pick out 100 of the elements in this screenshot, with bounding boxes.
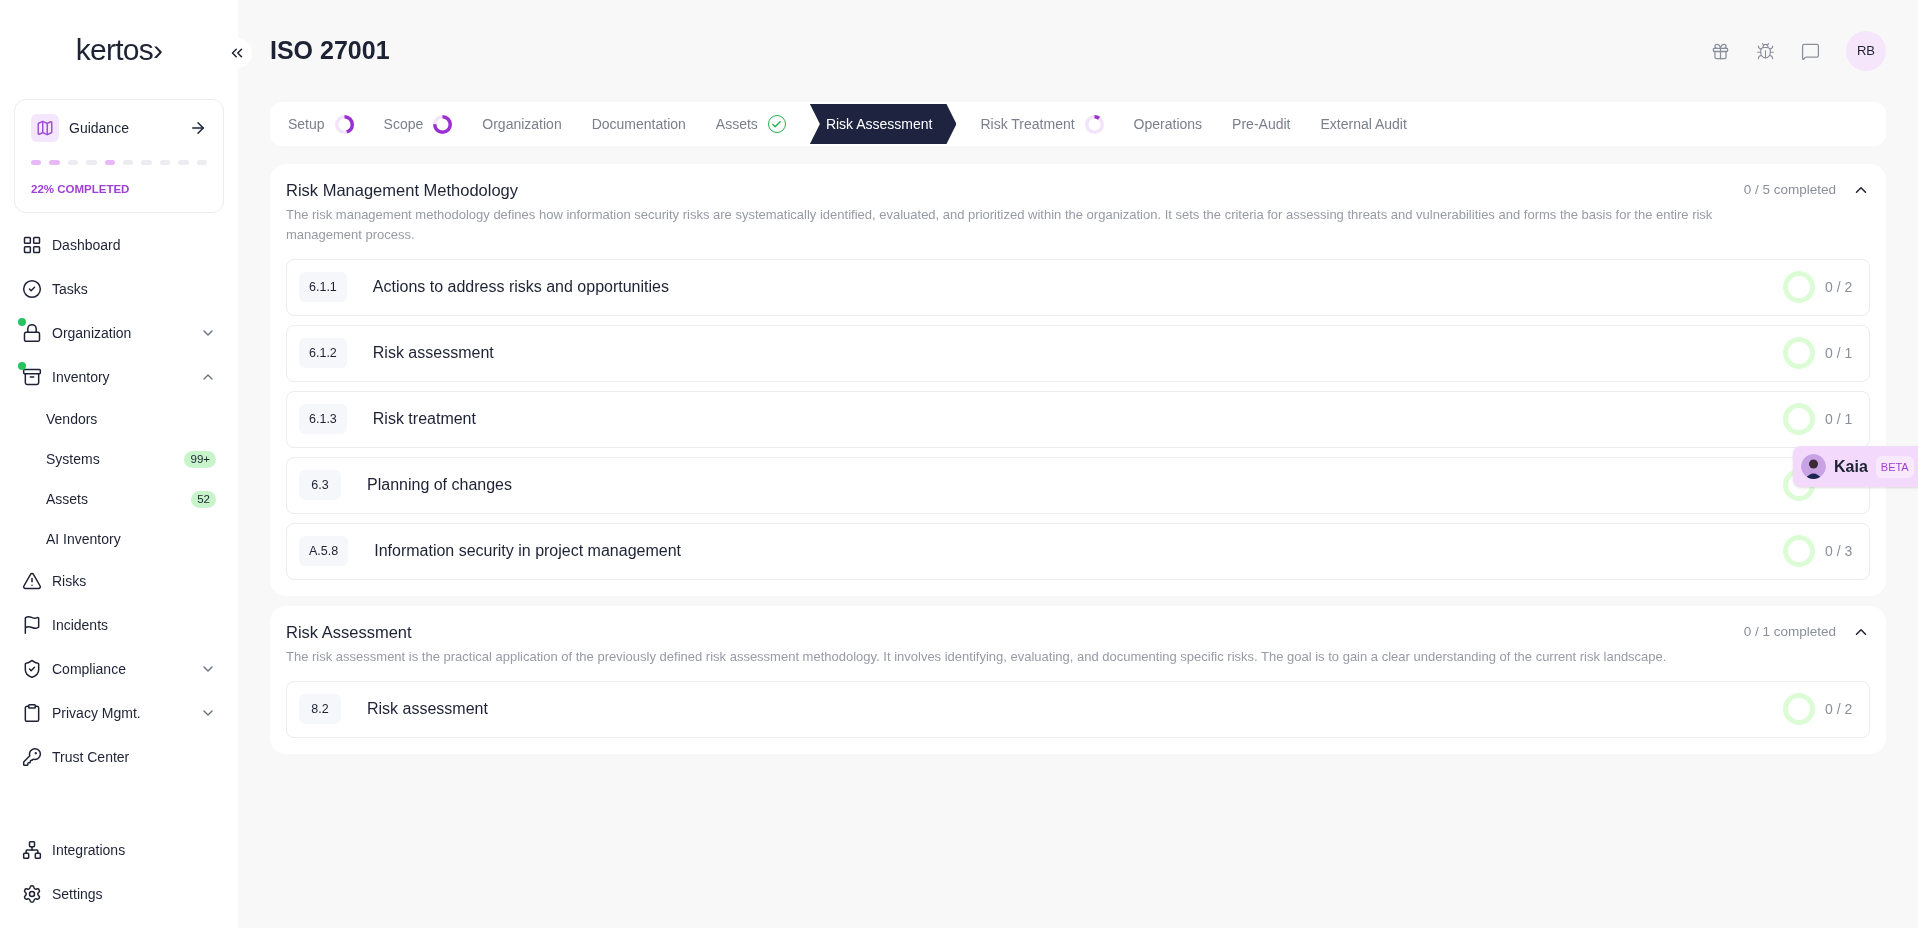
user-avatar[interactable]: RB [1846, 31, 1886, 71]
clause-code: 6.3 [299, 470, 341, 501]
clause-code: 6.1.3 [299, 404, 347, 435]
nav-item[interactable]: Organization [14, 311, 224, 356]
progress-ring-icon [334, 114, 354, 134]
nav-item[interactable]: Inventory [14, 355, 224, 400]
step-tab[interactable]: Assets [709, 104, 792, 144]
nav-label: Trust Center [52, 747, 131, 767]
nav-item[interactable]: Dashboard [14, 223, 224, 268]
nav-label: Inventory [52, 367, 111, 387]
requirement-title: Planning of changes [367, 475, 513, 496]
nav-item[interactable]: Tasks [14, 267, 224, 312]
progress-ring-icon [1783, 337, 1815, 370]
requirement-count: 0 / 2 [1825, 699, 1854, 719]
section-description: The risk management methodology defines how information security risks are systematically identified, evaluated, and prioritized within the organization. It sets the criteria for assessing threats and vulnerabilities and forms the basis for the entire risk management process. [286, 205, 1714, 244]
nav-label: Systems [46, 449, 101, 469]
map-icon [31, 114, 59, 142]
requirement-title: Information security in project management [374, 541, 682, 562]
requirement-row[interactable]: 6.1.2 Risk assessment 0 / 1 [286, 324, 1870, 382]
progress-ring-icon [433, 114, 453, 134]
progress-ring-icon [1783, 271, 1815, 304]
section-status: 0 / 5 completed [1743, 181, 1836, 200]
step-tab[interactable]: Documentation [585, 104, 692, 144]
warning-icon [22, 571, 42, 592]
settings-icon [22, 884, 42, 904]
section-title: Risk Assessment [286, 621, 413, 643]
progress-ring-icon [1783, 693, 1815, 725]
nav-subitem[interactable]: Assets 52 [14, 479, 224, 520]
page-title: ISO 27001 [270, 35, 391, 67]
nav-item[interactable]: Trust Center [14, 735, 224, 780]
section-status: 0 / 1 completed [1743, 623, 1836, 641]
clause-code: 8.2 [299, 694, 341, 724]
step-tab[interactable]: Pre-Audit [1226, 104, 1297, 144]
grid-icon [22, 235, 42, 256]
clipboard-icon [22, 703, 42, 724]
clause-code: 6.1.2 [299, 338, 347, 369]
step-tab[interactable]: Risk Assessment [809, 104, 957, 144]
step-tab[interactable]: Operations [1127, 104, 1209, 144]
nav-label: Assets [46, 489, 89, 509]
step-tab[interactable]: Setup [282, 104, 360, 144]
nav-label: AI Inventory [46, 529, 122, 549]
progress-ring-icon [1783, 535, 1815, 568]
section-title: Risk Management Methodology [286, 180, 520, 201]
requirement-row[interactable]: 8.2 Risk assessment 0 / 2 [286, 680, 1870, 738]
gift-icon[interactable] [1711, 41, 1730, 61]
progress-ring-icon [1783, 403, 1815, 436]
guidance-title: Guidance [69, 118, 130, 138]
count-badge: 52 [191, 490, 216, 508]
nav-subitem[interactable]: Vendors [14, 399, 224, 440]
nav-label: Dashboard [52, 235, 122, 255]
count-badge: 99+ [184, 450, 216, 468]
chat-icon[interactable] [1801, 41, 1820, 61]
requirement-title: Risk treatment [372, 409, 477, 430]
beta-badge: BETA [1875, 455, 1914, 478]
logo: kertos› [75, 32, 163, 68]
nav-label: Risks [52, 571, 88, 591]
nav-label: Organization [52, 323, 133, 343]
requirement-count: 0 / 1 [1825, 409, 1854, 429]
nav-subitem[interactable]: AI Inventory [14, 519, 224, 560]
step-tab[interactable]: Organization [476, 104, 568, 144]
step-tab[interactable]: Scope [377, 104, 459, 144]
requirement-title: Actions to address risks and opportunities [372, 277, 670, 298]
shield-icon [22, 659, 42, 680]
requirement-count: 0 / 2 [1825, 277, 1854, 297]
nav-item[interactable]: Incidents [14, 603, 224, 648]
requirement-count: 0 / 1 [1825, 343, 1854, 363]
flag-icon [22, 615, 42, 636]
nav-item[interactable]: Risks [14, 559, 224, 604]
arrow-right-icon [189, 119, 207, 137]
progress-ring-icon [1084, 114, 1104, 134]
nav-label: Compliance [52, 659, 127, 679]
clause-code: A.5.8 [299, 536, 349, 567]
requirement-count: 0 / 3 [1825, 541, 1854, 561]
nav-label: Tasks [52, 279, 89, 299]
nav-item[interactable]: Compliance [14, 647, 224, 692]
nav-label: Settings [52, 884, 103, 904]
bug-icon[interactable] [1756, 41, 1775, 61]
clause-code: 6.1.1 [299, 272, 347, 303]
step-tab[interactable]: Risk Treatment [974, 104, 1110, 144]
progress-text: 22% COMPLETED [31, 182, 131, 197]
requirement-row[interactable]: 6.1.1 Actions to address risks and opportunities 0 / 2 [286, 258, 1870, 316]
requirement-title: Risk assessment [367, 699, 489, 719]
requirement-row[interactable]: 6.1.3 Risk treatment 0 / 1 [286, 390, 1870, 448]
step-tab[interactable]: External Audit [1314, 104, 1413, 144]
key-icon [22, 747, 42, 768]
guidance-card[interactable]: Guidance 22% COMPLETED [14, 99, 224, 214]
nav-item[interactable]: Privacy Mgmt. [14, 691, 224, 736]
network-icon [22, 840, 42, 860]
assistant-button[interactable]: Kaia BETA [1793, 446, 1918, 487]
nav-label: Incidents [52, 615, 110, 635]
nav-item[interactable]: Integrations [14, 828, 224, 872]
requirement-row[interactable]: A.5.8 Information security in project management 0 / 3 [286, 522, 1870, 580]
nav-label: Privacy Mgmt. [52, 703, 142, 723]
nav-label: Vendors [46, 409, 99, 429]
nav-label: Integrations [52, 840, 126, 860]
archive-icon [22, 367, 42, 388]
check-circle-icon [22, 279, 42, 300]
section-description: The risk assessment is the practical application of the previously defined risk assessment methodology. It involves identifying, evaluating, and documenting specific risks. The goal is to gain a clear understanding of the current risk landscape. [286, 647, 1668, 666]
nav-subitem[interactable]: Systems 99+ [14, 439, 224, 480]
nav-item[interactable]: Settings [14, 872, 224, 916]
